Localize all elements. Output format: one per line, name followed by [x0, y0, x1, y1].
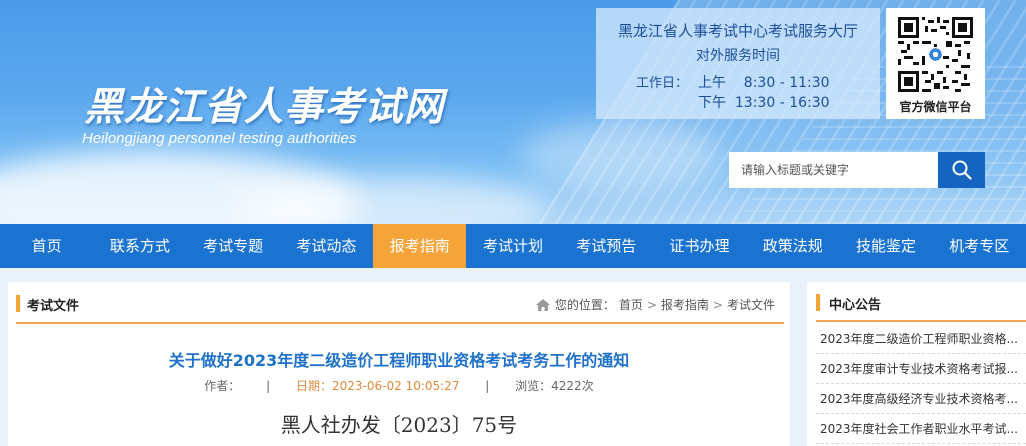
- nav-item-contact[interactable]: 联系方式: [93, 224, 186, 268]
- list-item[interactable]: 2023年度社会工作者职业水平考试...: [816, 414, 1026, 444]
- nav-item-certificates[interactable]: 证书办理: [653, 224, 746, 268]
- nav-item-registration-guide[interactable]: 报考指南: [373, 224, 467, 268]
- nav-item-exam-preview[interactable]: 考试预告: [560, 224, 653, 268]
- sidebar-title: 中心公告: [829, 298, 882, 313]
- section-divider: [16, 322, 784, 324]
- nav-item-exam-topics[interactable]: 考试专题: [187, 224, 280, 268]
- service-hall-title: 黑龙江省人事考试中心考试服务大厅: [617, 22, 858, 40]
- breadcrumb-prefix: 您的位置：: [554, 298, 615, 312]
- nav-item-home[interactable]: 首页: [0, 224, 93, 268]
- list-item[interactable]: 2023年度审计专业技术资格考试报...: [816, 354, 1026, 384]
- notice-list: 2023年度二级造价工程师职业资格... 2023年度审计专业技术资格考试报..…: [816, 324, 1026, 444]
- breadcrumb-home[interactable]: 首页: [619, 296, 643, 313]
- sidebar-accent-bar: [816, 294, 820, 311]
- sidebar-divider: [816, 320, 1026, 322]
- nav-item-skill-appraisal[interactable]: 技能鉴定: [839, 224, 932, 268]
- article-meta: 作者： | 日期：2023-06-02 10:05:27 | 浏览：4222次: [8, 377, 790, 394]
- article-author: 作者：: [204, 379, 241, 393]
- meta-separator: |: [485, 379, 490, 393]
- list-item[interactable]: 2023年度二级造价工程师职业资格...: [816, 324, 1026, 354]
- list-item[interactable]: 2023年度高级经济专业技术资格考...: [816, 384, 1026, 414]
- document-number: 黑人社办发〔2023〕75号: [280, 413, 518, 437]
- breadcrumb: 您的位置： 首页 > 报考指南 > 考试文件: [535, 296, 775, 313]
- home-icon: [535, 298, 550, 311]
- article-views: 浏览：4222次: [515, 379, 594, 393]
- breadcrumb-separator: >: [646, 297, 657, 312]
- site-title[interactable]: 黑龙江省人事考试网: [84, 76, 444, 132]
- header-banner: 黑龙江省人事考试网 Heilongjiang personnel testing…: [0, 0, 1026, 224]
- service-hours-panel: 黑龙江省人事考试中心考试服务大厅 对外服务时间 工作日： 上午 8:30 - 1…: [596, 8, 880, 119]
- section-accent-bar: [16, 295, 20, 312]
- qr-caption: 官方微信平台: [899, 100, 972, 114]
- search-icon: [952, 160, 972, 180]
- article-title: 关于做好2023年度二级造价工程师职业资格考试考务工作的通知: [168, 351, 630, 370]
- nav-item-exam-plan[interactable]: 考试计划: [466, 224, 559, 268]
- article-panel: 考试文件 您的位置： 首页 > 报考指南 > 考试文件 关于做好2023年度二级…: [8, 282, 790, 446]
- search-input[interactable]: [729, 152, 938, 188]
- article-date: 日期：2023-06-02 10:05:27: [296, 379, 460, 393]
- wechat-qr-panel[interactable]: 官方微信平台: [886, 8, 985, 119]
- banner-cloud: [520, 120, 720, 190]
- morning-hours: 上午 8:30 - 11:30: [698, 75, 830, 91]
- breadcrumb-separator: >: [712, 297, 723, 312]
- notice-sidebar: 中心公告 2023年度二级造价工程师职业资格... 2023年度审计专业技术资格…: [807, 282, 1026, 446]
- nav-item-policies[interactable]: 政策法规: [746, 224, 839, 268]
- section-title: 考试文件: [27, 299, 80, 314]
- section-header: 考试文件 您的位置： 首页 > 报考指南 > 考试文件: [8, 282, 790, 324]
- site-subtitle: Heilongjiang personnel testing authoriti…: [82, 130, 357, 147]
- main-nav: 首页 联系方式 考试专题 考试动态 报考指南 考试计划 考试预告 证书办理 政策…: [0, 224, 1026, 268]
- breadcrumb-registration-guide[interactable]: 报考指南: [661, 296, 709, 313]
- meta-separator: |: [266, 379, 271, 393]
- workday-label: 工作日：: [636, 76, 689, 91]
- service-hours-heading: 对外服务时间: [696, 48, 780, 64]
- breadcrumb-exam-documents[interactable]: 考试文件: [727, 296, 775, 313]
- qr-code-icon: [898, 17, 973, 92]
- nav-item-exam-news[interactable]: 考试动态: [280, 224, 373, 268]
- sidebar-header: 中心公告: [807, 282, 1026, 324]
- search-button[interactable]: [938, 152, 985, 188]
- afternoon-hours: 下午 13:30 - 16:30: [698, 95, 830, 111]
- nav-item-computer-exam[interactable]: 机考专区: [933, 224, 1026, 268]
